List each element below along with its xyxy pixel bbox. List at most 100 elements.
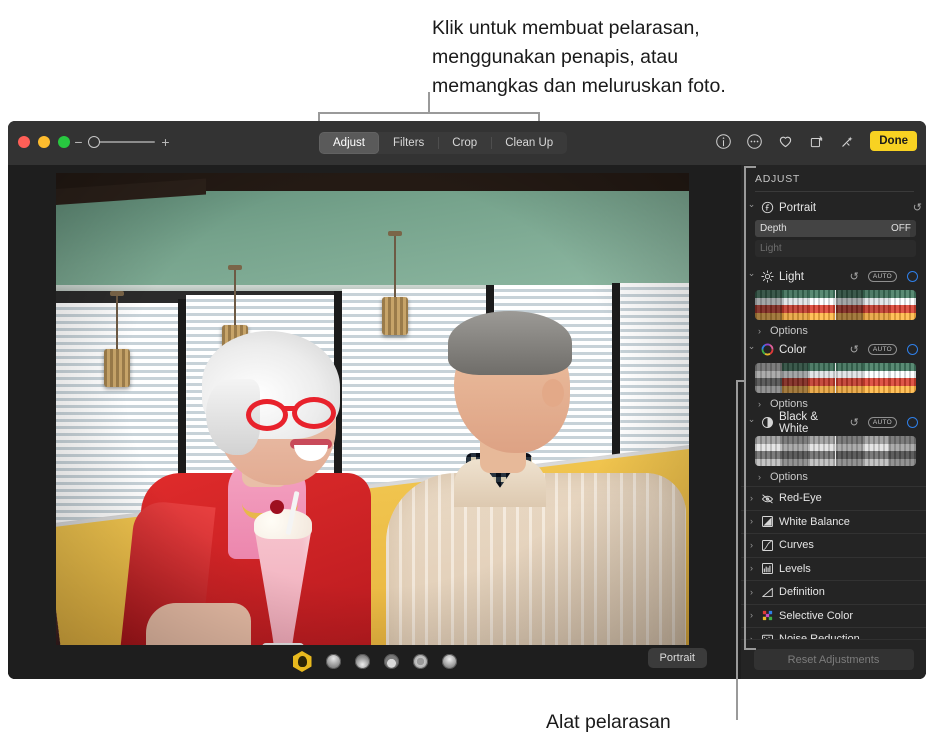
reset-color-icon[interactable]: ↺ (850, 343, 859, 356)
light-thumb-4[interactable] (836, 290, 863, 320)
sidebar-item-curves[interactable]: Curves (741, 533, 926, 557)
chevron-right-icon[interactable] (747, 588, 756, 597)
eye-slash-icon (761, 492, 774, 505)
photo-vignette (56, 173, 689, 645)
zoom-slider-track[interactable] (88, 136, 155, 148)
color-thumb-3[interactable] (808, 363, 835, 393)
black-and-white-enabled-checkbox[interactable] (907, 417, 918, 428)
light-thumb-5[interactable] (862, 290, 890, 320)
chevron-right-icon[interactable] (747, 611, 756, 620)
light-enabled-checkbox[interactable] (907, 271, 918, 282)
editor-mode-segmented-control[interactable]: Adjust Filters Crop Clean Up (319, 132, 568, 154)
sidebar-item-white-balance[interactable]: White Balance (741, 509, 926, 534)
effect-studio-light[interactable] (354, 654, 370, 669)
light-filmstrip[interactable] (755, 290, 916, 320)
window-titlebar: − + Adjust Filters Crop Clean Up Done (8, 121, 926, 165)
black-and-white-options-row[interactable]: Options (741, 468, 926, 486)
section-portrait[interactable]: Portrait ↺ (741, 198, 926, 217)
rotate-icon[interactable] (808, 133, 825, 150)
enhance-wand-icon[interactable] (839, 133, 856, 150)
effect-natural-light[interactable] (325, 654, 341, 669)
effect-portrait[interactable] (292, 651, 312, 672)
auto-color-badge[interactable]: AUTO (867, 344, 897, 355)
selective-color-icon (761, 609, 774, 622)
color-thumb-5[interactable] (862, 363, 890, 393)
color-thumb-1[interactable] (755, 363, 782, 393)
bw-thumb-3[interactable] (808, 436, 835, 466)
sidebar-item-selective-color[interactable]: Selective Color (741, 603, 926, 628)
chevron-right-icon[interactable] (747, 517, 756, 526)
color-enabled-checkbox[interactable] (907, 344, 918, 355)
tab-filters[interactable]: Filters (379, 132, 438, 154)
sidebar-item-curves-label: Curves (779, 539, 814, 552)
photo-canvas[interactable] (56, 173, 689, 645)
chevron-down-icon[interactable] (747, 272, 756, 281)
zoom-button[interactable] (58, 136, 70, 148)
effect-stage-light[interactable] (412, 654, 428, 669)
section-black-and-white[interactable]: Black & White ↺ AUTO (741, 411, 926, 435)
chevron-right-icon[interactable] (747, 564, 756, 573)
sidebar-item-levels[interactable]: Levels (741, 556, 926, 581)
reset-adjustments-button[interactable]: Reset Adjustments (753, 649, 914, 670)
chevron-down-icon[interactable] (747, 345, 756, 354)
section-color[interactable]: Color ↺ AUTO (741, 340, 926, 359)
zoom-slider-knob[interactable] (88, 136, 100, 148)
slider-depth-value: OFF (891, 223, 911, 234)
tab-clean-up[interactable]: Clean Up (491, 132, 567, 154)
minimize-button[interactable] (38, 136, 50, 148)
favorite-heart-icon[interactable] (777, 133, 794, 150)
close-button[interactable] (18, 136, 30, 148)
tab-crop[interactable]: Crop (438, 132, 491, 154)
color-options-label: Options (770, 398, 808, 410)
adjust-sidebar: ADJUST Portrait ↺ Depth (741, 165, 926, 679)
chevron-right-icon[interactable] (747, 541, 756, 550)
sidebar-item-definition[interactable]: Definition (741, 580, 926, 604)
light-thumb-2[interactable] (781, 290, 809, 320)
effect-contour-light[interactable] (383, 654, 399, 669)
effect-stage-light-mono[interactable] (441, 654, 457, 669)
light-options-row[interactable]: Options (741, 322, 926, 340)
color-filmstrip[interactable] (755, 363, 916, 393)
section-light[interactable]: Light ↺ AUTO (741, 267, 926, 286)
slider-light-label: Light (760, 243, 782, 254)
bw-thumb-1[interactable] (755, 436, 782, 466)
bw-thumb-2[interactable] (781, 436, 809, 466)
slider-depth[interactable]: Depth OFF (755, 220, 916, 237)
tab-adjust[interactable]: Adjust (319, 132, 379, 154)
portrait-lighting-effects[interactable] (8, 651, 741, 672)
more-options-icon[interactable] (746, 133, 763, 150)
section-portrait-label: Portrait (779, 201, 817, 214)
chevron-right-icon[interactable] (755, 400, 764, 409)
zoom-in-icon[interactable]: + (161, 135, 170, 149)
chevron-right-icon[interactable] (747, 494, 756, 503)
done-button[interactable]: Done (870, 131, 917, 151)
chevron-down-icon[interactable] (747, 418, 756, 427)
color-thumb-6[interactable] (889, 363, 916, 393)
reset-portrait-icon[interactable]: ↺ (913, 201, 922, 214)
reset-black-and-white-icon[interactable]: ↺ (850, 416, 859, 429)
editor-content: Portrait ADJUST Portrait (8, 165, 926, 679)
sidebar-item-red-eye[interactable]: Red-Eye (741, 486, 926, 510)
light-thumb-1[interactable] (755, 290, 782, 320)
auto-black-and-white-badge[interactable]: AUTO (867, 417, 897, 428)
color-thumb-2[interactable] (781, 363, 809, 393)
auto-light-badge[interactable]: AUTO (867, 271, 897, 282)
portrait-badge[interactable]: Portrait (647, 648, 707, 668)
chevron-right-icon[interactable] (755, 327, 764, 336)
bw-thumb-5[interactable] (862, 436, 890, 466)
color-thumb-4[interactable] (836, 363, 863, 393)
black-and-white-filmstrip[interactable] (755, 436, 916, 466)
sidebar-item-definition-label: Definition (779, 586, 825, 599)
bw-thumb-4[interactable] (836, 436, 863, 466)
traffic-light-buttons[interactable] (18, 136, 70, 148)
info-icon[interactable] (715, 133, 732, 150)
chevron-down-icon[interactable] (747, 203, 756, 212)
light-thumb-6[interactable] (889, 290, 916, 320)
light-thumb-3[interactable] (808, 290, 835, 320)
bw-thumb-6[interactable] (889, 436, 916, 466)
reset-light-icon[interactable]: ↺ (850, 270, 859, 283)
zoom-out-icon[interactable]: − (74, 135, 83, 149)
zoom-slider[interactable]: − + (74, 135, 170, 149)
chevron-right-icon[interactable] (755, 473, 764, 482)
top-callout-leader-horizontal (318, 112, 540, 114)
